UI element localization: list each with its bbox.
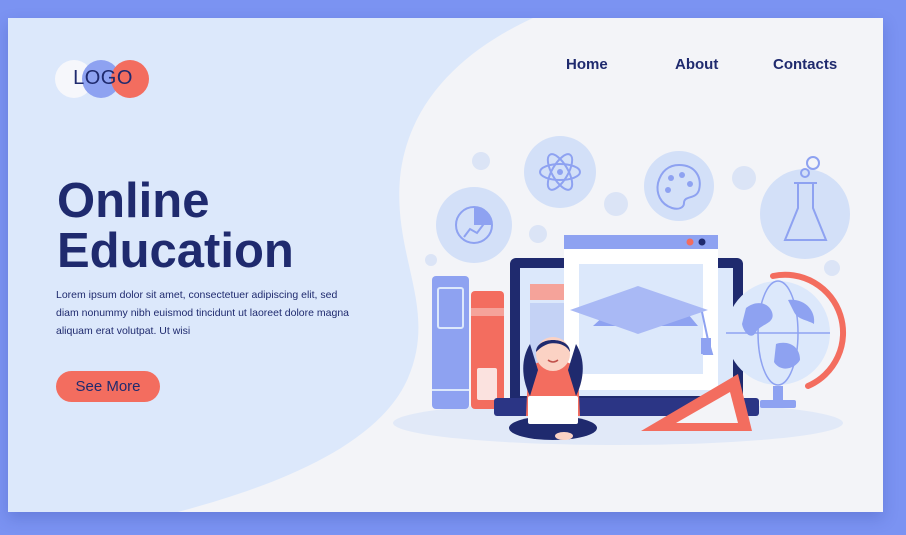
flask-icon bbox=[760, 156, 850, 259]
pie-chart-icon bbox=[436, 187, 512, 263]
landing-page: LOGO Home About Contacts Online Educatio… bbox=[8, 18, 883, 512]
books-icon bbox=[432, 276, 504, 409]
education-illustration bbox=[393, 136, 850, 445]
palette-icon bbox=[644, 151, 714, 221]
globe-icon bbox=[726, 271, 847, 408]
atom-icon bbox=[524, 136, 596, 208]
